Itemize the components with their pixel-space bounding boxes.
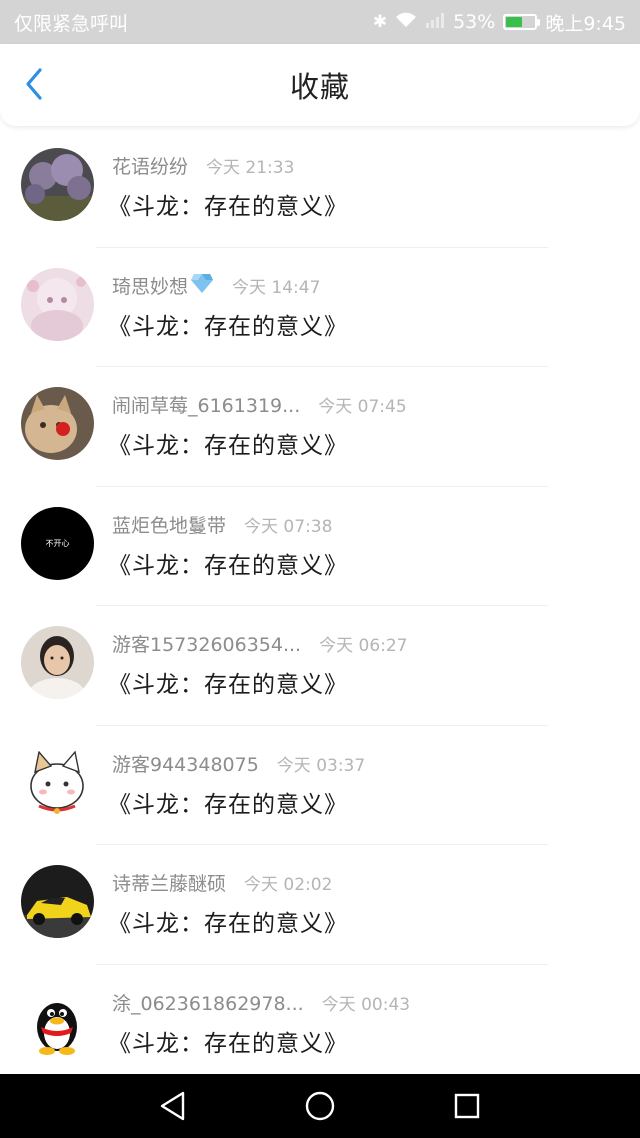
item-meta: 诗蒂兰藤醚硕 今天 02:02 <box>112 869 332 896</box>
item-meta: 游客944348075 今天 03:37 <box>112 750 365 777</box>
item-meta: 花语纷纷 今天 21:33 <box>112 152 294 179</box>
list-item[interactable]: 游客15732606354... 今天 06:27 《斗龙：存在的意义》 <box>0 606 640 726</box>
avatar-text: 不开心 <box>45 538 70 548</box>
wifi-icon <box>395 12 417 33</box>
system-nav-bar <box>0 1074 640 1138</box>
username[interactable]: 游客944348075 <box>112 750 259 777</box>
person-avatar[interactable] <box>21 626 94 699</box>
item-title[interactable]: 《斗龙：存在的意义》 <box>108 785 348 819</box>
cat-avatar[interactable] <box>21 387 94 460</box>
username[interactable]: 蓝炬色地鬘带 <box>112 511 226 538</box>
timestamp: 今天 02:02 <box>244 875 333 895</box>
item-title[interactable]: 《斗龙：存在的意义》 <box>108 426 348 460</box>
item-title[interactable]: 《斗龙：存在的意义》 <box>108 546 348 580</box>
item-title[interactable]: 《斗龙：存在的意义》 <box>108 187 348 221</box>
nav-home-button[interactable] <box>295 1081 345 1131</box>
header-bar: 收藏 <box>0 44 640 126</box>
clock: 晚上9:45 <box>545 12 626 35</box>
username[interactable]: 涂_062361862978... <box>112 989 304 1016</box>
status-bar: 仅限紧急呼叫 ✱ 53% 晚上9:45 <box>0 0 640 44</box>
list-item[interactable]: 花语纷纷 今天 21:33 《斗龙：存在的意义》 <box>0 128 640 248</box>
penguin-avatar[interactable] <box>21 984 94 1058</box>
item-meta: 游客15732606354... 今天 06:27 <box>112 630 408 657</box>
circle-home-icon <box>305 1091 335 1121</box>
status-icons: ✱ 53% 晚上9:45 <box>373 9 626 36</box>
username[interactable]: 诗蒂兰藤醚硕 <box>112 869 226 896</box>
list-item[interactable]: 涂_062361862978... 今天 00:43 《斗龙：存在的意义》 <box>0 965 640 1085</box>
timestamp: 今天 07:45 <box>318 397 407 417</box>
lavender-field-avatar[interactable] <box>21 148 94 221</box>
list-item[interactable]: 闹闹草莓_6161319... 今天 07:45 《斗龙：存在的意义》 <box>0 367 640 487</box>
timestamp: 今天 14:47 <box>232 277 321 298</box>
item-title[interactable]: 《斗龙：存在的意义》 <box>108 307 348 341</box>
item-meta: 琦思妙想 今天 14:47 <box>112 272 320 299</box>
bluetooth-icon: ✱ <box>372 12 388 32</box>
list-item[interactable]: 诗蒂兰藤醚硕 今天 02:02 《斗龙：存在的意义》 <box>0 845 640 965</box>
carrier-text: 仅限紧急呼叫 <box>14 12 129 35</box>
list-item[interactable]: 琦思妙想 今天 14:47 《斗龙：存在的意义》 <box>0 248 640 367</box>
black-text-avatar[interactable]: 不开心 <box>21 506 94 580</box>
item-meta: 闹闹草莓_6161319... 今天 07:45 <box>112 391 407 418</box>
triangle-back-icon <box>161 1091 185 1121</box>
timestamp: 今天 06:27 <box>319 636 408 656</box>
anime-girl-avatar[interactable] <box>21 267 94 341</box>
chevron-left-icon <box>26 68 42 100</box>
username[interactable]: 琦思妙想 <box>112 272 188 299</box>
page-title: 收藏 <box>289 70 350 104</box>
battery-icon <box>503 14 541 30</box>
item-meta: 涂_062361862978... 今天 00:43 <box>112 989 410 1016</box>
square-recents-icon <box>454 1093 479 1119</box>
timestamp: 今天 00:43 <box>321 994 411 1015</box>
item-title[interactable]: 《斗龙：存在的意义》 <box>108 904 348 938</box>
item-title[interactable]: 《斗龙：存在的意义》 <box>108 665 348 699</box>
cartoon-cat-avatar[interactable] <box>21 745 94 819</box>
back-button[interactable] <box>14 64 54 104</box>
timestamp: 今天 03:37 <box>276 755 366 776</box>
battery-percent: 53% <box>453 11 496 33</box>
list-item[interactable]: 游客944348075 今天 03:37 《斗龙：存在的意义》 <box>0 726 640 845</box>
username[interactable]: 闹闹草莓_6161319... <box>112 391 300 418</box>
username[interactable]: 花语纷纷 <box>112 152 188 179</box>
nav-recents-button[interactable] <box>442 1081 492 1131</box>
list-item[interactable]: 不开心 蓝炬色地鬘带 今天 07:38 《斗龙：存在的意义》 <box>0 487 640 606</box>
favorites-list: 花语纷纷 今天 21:33 《斗龙：存在的意义》 琦思妙想 今天 14:47 《… <box>0 128 640 1084</box>
diamond-icon <box>190 272 214 298</box>
item-meta: 蓝炬色地鬘带 今天 07:38 <box>112 511 332 538</box>
item-title[interactable]: 《斗龙：存在的意义》 <box>108 1024 348 1058</box>
timestamp: 今天 21:33 <box>206 158 295 178</box>
yellow-car-avatar[interactable] <box>21 865 94 938</box>
username[interactable]: 游客15732606354... <box>112 630 301 657</box>
nav-back-button[interactable] <box>148 1081 198 1131</box>
timestamp: 今天 07:38 <box>244 516 333 537</box>
signal-icon <box>425 12 445 33</box>
